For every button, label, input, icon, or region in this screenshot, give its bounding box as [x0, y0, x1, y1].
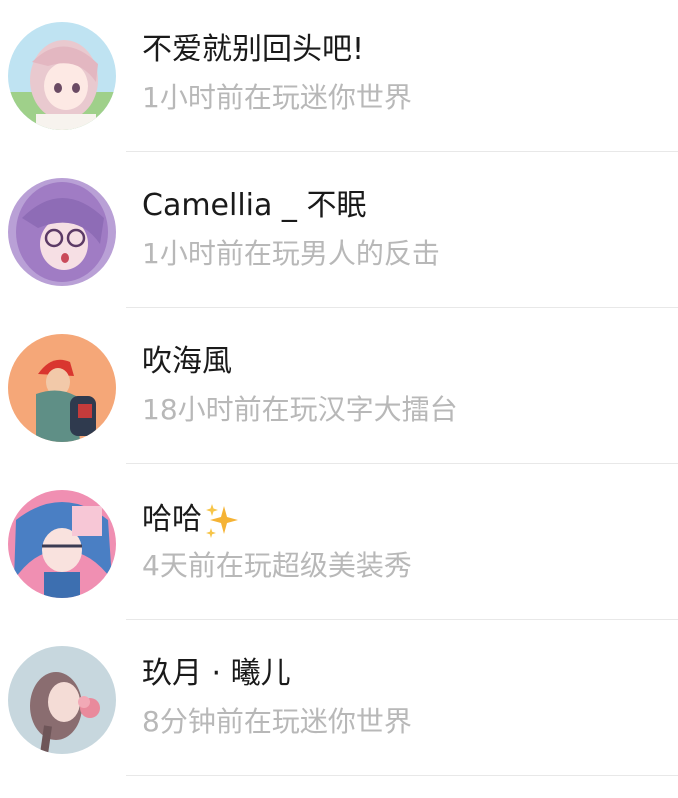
- friend-status: 18小时前在玩汉字大擂台: [142, 393, 458, 426]
- avatar[interactable]: [8, 178, 116, 286]
- divider: [126, 463, 678, 464]
- friend-name: 哈哈: [142, 500, 242, 540]
- divider: [126, 775, 678, 776]
- friend-list-item[interactable]: 玖月 · 曦儿 8分钟前在玩迷你世界: [0, 624, 678, 780]
- friend-list: 不爱就别回头吧! 1小时前在玩迷你世界 Camellia _ 不眠 1小时前在玩…: [0, 0, 678, 798]
- avatar-image: [8, 334, 116, 442]
- friend-name: 玖月 · 曦儿: [142, 656, 291, 691]
- divider: [126, 151, 678, 152]
- avatar[interactable]: [8, 646, 116, 754]
- friend-list-item[interactable]: 吹海風 18小时前在玩汉字大擂台: [0, 312, 678, 468]
- friend-status: 4天前在玩超级美装秀: [142, 549, 412, 582]
- friend-name: Camellia _ 不眠: [142, 188, 367, 223]
- avatar[interactable]: [8, 334, 116, 442]
- avatar-image: [8, 646, 116, 754]
- friend-name-text: 哈哈: [142, 502, 202, 537]
- avatar-image: [8, 490, 116, 598]
- divider: [126, 307, 678, 308]
- friend-status: 1小时前在玩迷你世界: [142, 81, 412, 114]
- avatar[interactable]: [8, 490, 116, 598]
- friend-status: 1小时前在玩男人的反击: [142, 237, 440, 270]
- friend-name: 不爱就别回头吧!: [142, 32, 365, 67]
- avatar[interactable]: [8, 22, 116, 130]
- friend-list-item[interactable]: 哈哈 4天前在玩超级美装秀: [0, 468, 678, 624]
- sparkles-icon: [202, 500, 242, 540]
- divider: [126, 619, 678, 620]
- friend-name: 吹海風: [142, 344, 232, 379]
- avatar-image: [8, 22, 116, 130]
- avatar-image: [8, 178, 116, 286]
- friend-list-item[interactable]: Camellia _ 不眠 1小时前在玩男人的反击: [0, 156, 678, 312]
- friend-list-item[interactable]: 不爱就别回头吧! 1小时前在玩迷你世界: [0, 0, 678, 156]
- friend-status: 8分钟前在玩迷你世界: [142, 705, 412, 738]
